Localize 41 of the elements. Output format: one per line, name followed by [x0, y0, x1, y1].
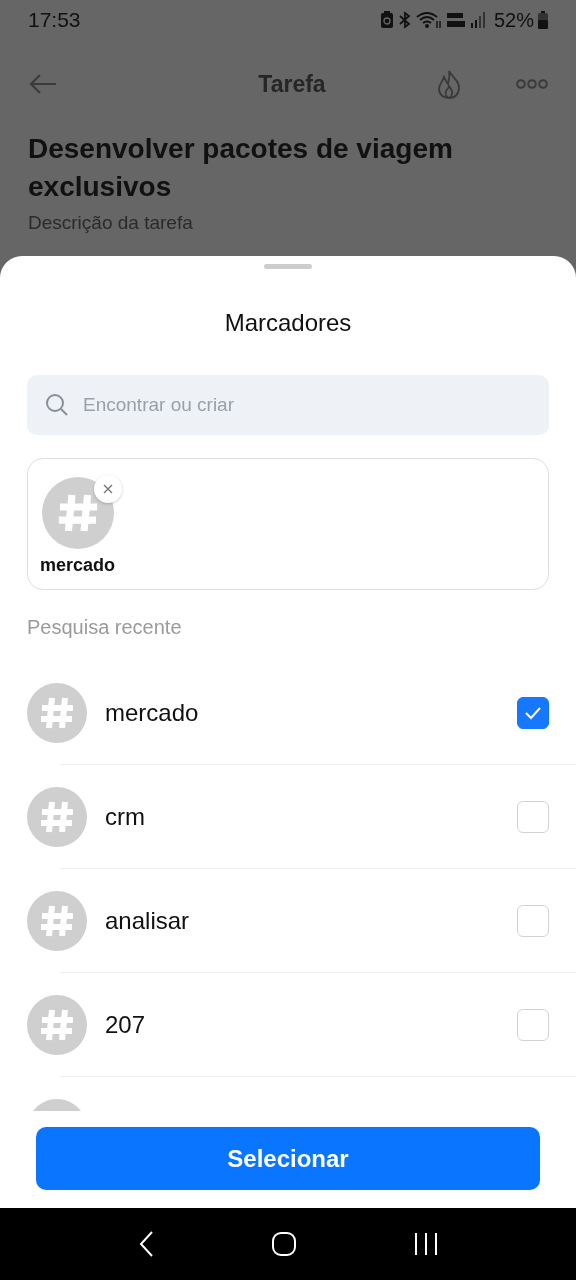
section-label: Pesquisa recente	[26, 615, 183, 639]
select-button[interactable]: Selecionar	[36, 1127, 540, 1190]
hashtag-avatar-icon	[27, 995, 87, 1055]
battery-percent: 52%	[493, 8, 534, 32]
bluetooth-icon	[397, 11, 412, 29]
hashtag-avatar-icon	[27, 787, 87, 847]
tag-list-item[interactable]: analisar	[0, 869, 576, 973]
flame-icon[interactable]	[436, 69, 462, 99]
back-nav-icon[interactable]	[138, 1230, 155, 1258]
search-field[interactable]: Encontrar ou criar	[27, 375, 549, 435]
status-time: 17:53	[28, 8, 81, 32]
check-icon	[523, 705, 543, 721]
sheet-title: Marcadores	[223, 309, 353, 337]
search-icon	[45, 393, 69, 417]
home-nav-icon[interactable]	[271, 1231, 297, 1257]
recents-nav-icon[interactable]	[413, 1232, 438, 1256]
close-icon	[101, 483, 114, 495]
signal-icon	[469, 11, 486, 29]
battery-icon	[538, 11, 548, 29]
remove-tag-button[interactable]	[93, 475, 122, 503]
selected-tag-label: mercado	[40, 555, 116, 576]
hashtag-avatar-icon	[27, 891, 87, 951]
tag-list-item[interactable]: crm	[0, 765, 576, 869]
hashtag-avatar-icon	[27, 683, 87, 743]
back-arrow-icon[interactable]	[28, 73, 58, 95]
description-label: Descrição da tarefa	[27, 211, 194, 234]
tag-label: mercado	[105, 699, 200, 727]
tag-list-item[interactable]: mercado	[0, 661, 576, 765]
wifi-icon	[415, 11, 442, 29]
battery-saver-icon	[379, 11, 394, 29]
tag-label: 207	[105, 1011, 147, 1039]
checkbox[interactable]	[517, 697, 549, 729]
screen-title: Tarefa	[257, 70, 327, 98]
drag-handle[interactable]	[264, 264, 312, 269]
tag-label: crm	[105, 803, 146, 831]
more-icon[interactable]	[516, 79, 548, 89]
tag-list-item[interactable]: 207	[0, 973, 576, 1077]
volte-icon	[445, 11, 466, 29]
tag-label: analisar	[105, 907, 191, 935]
task-title: Desenvolver pacotes de viagem exclusivos	[27, 132, 454, 204]
hashtag-avatar-icon	[41, 477, 114, 549]
